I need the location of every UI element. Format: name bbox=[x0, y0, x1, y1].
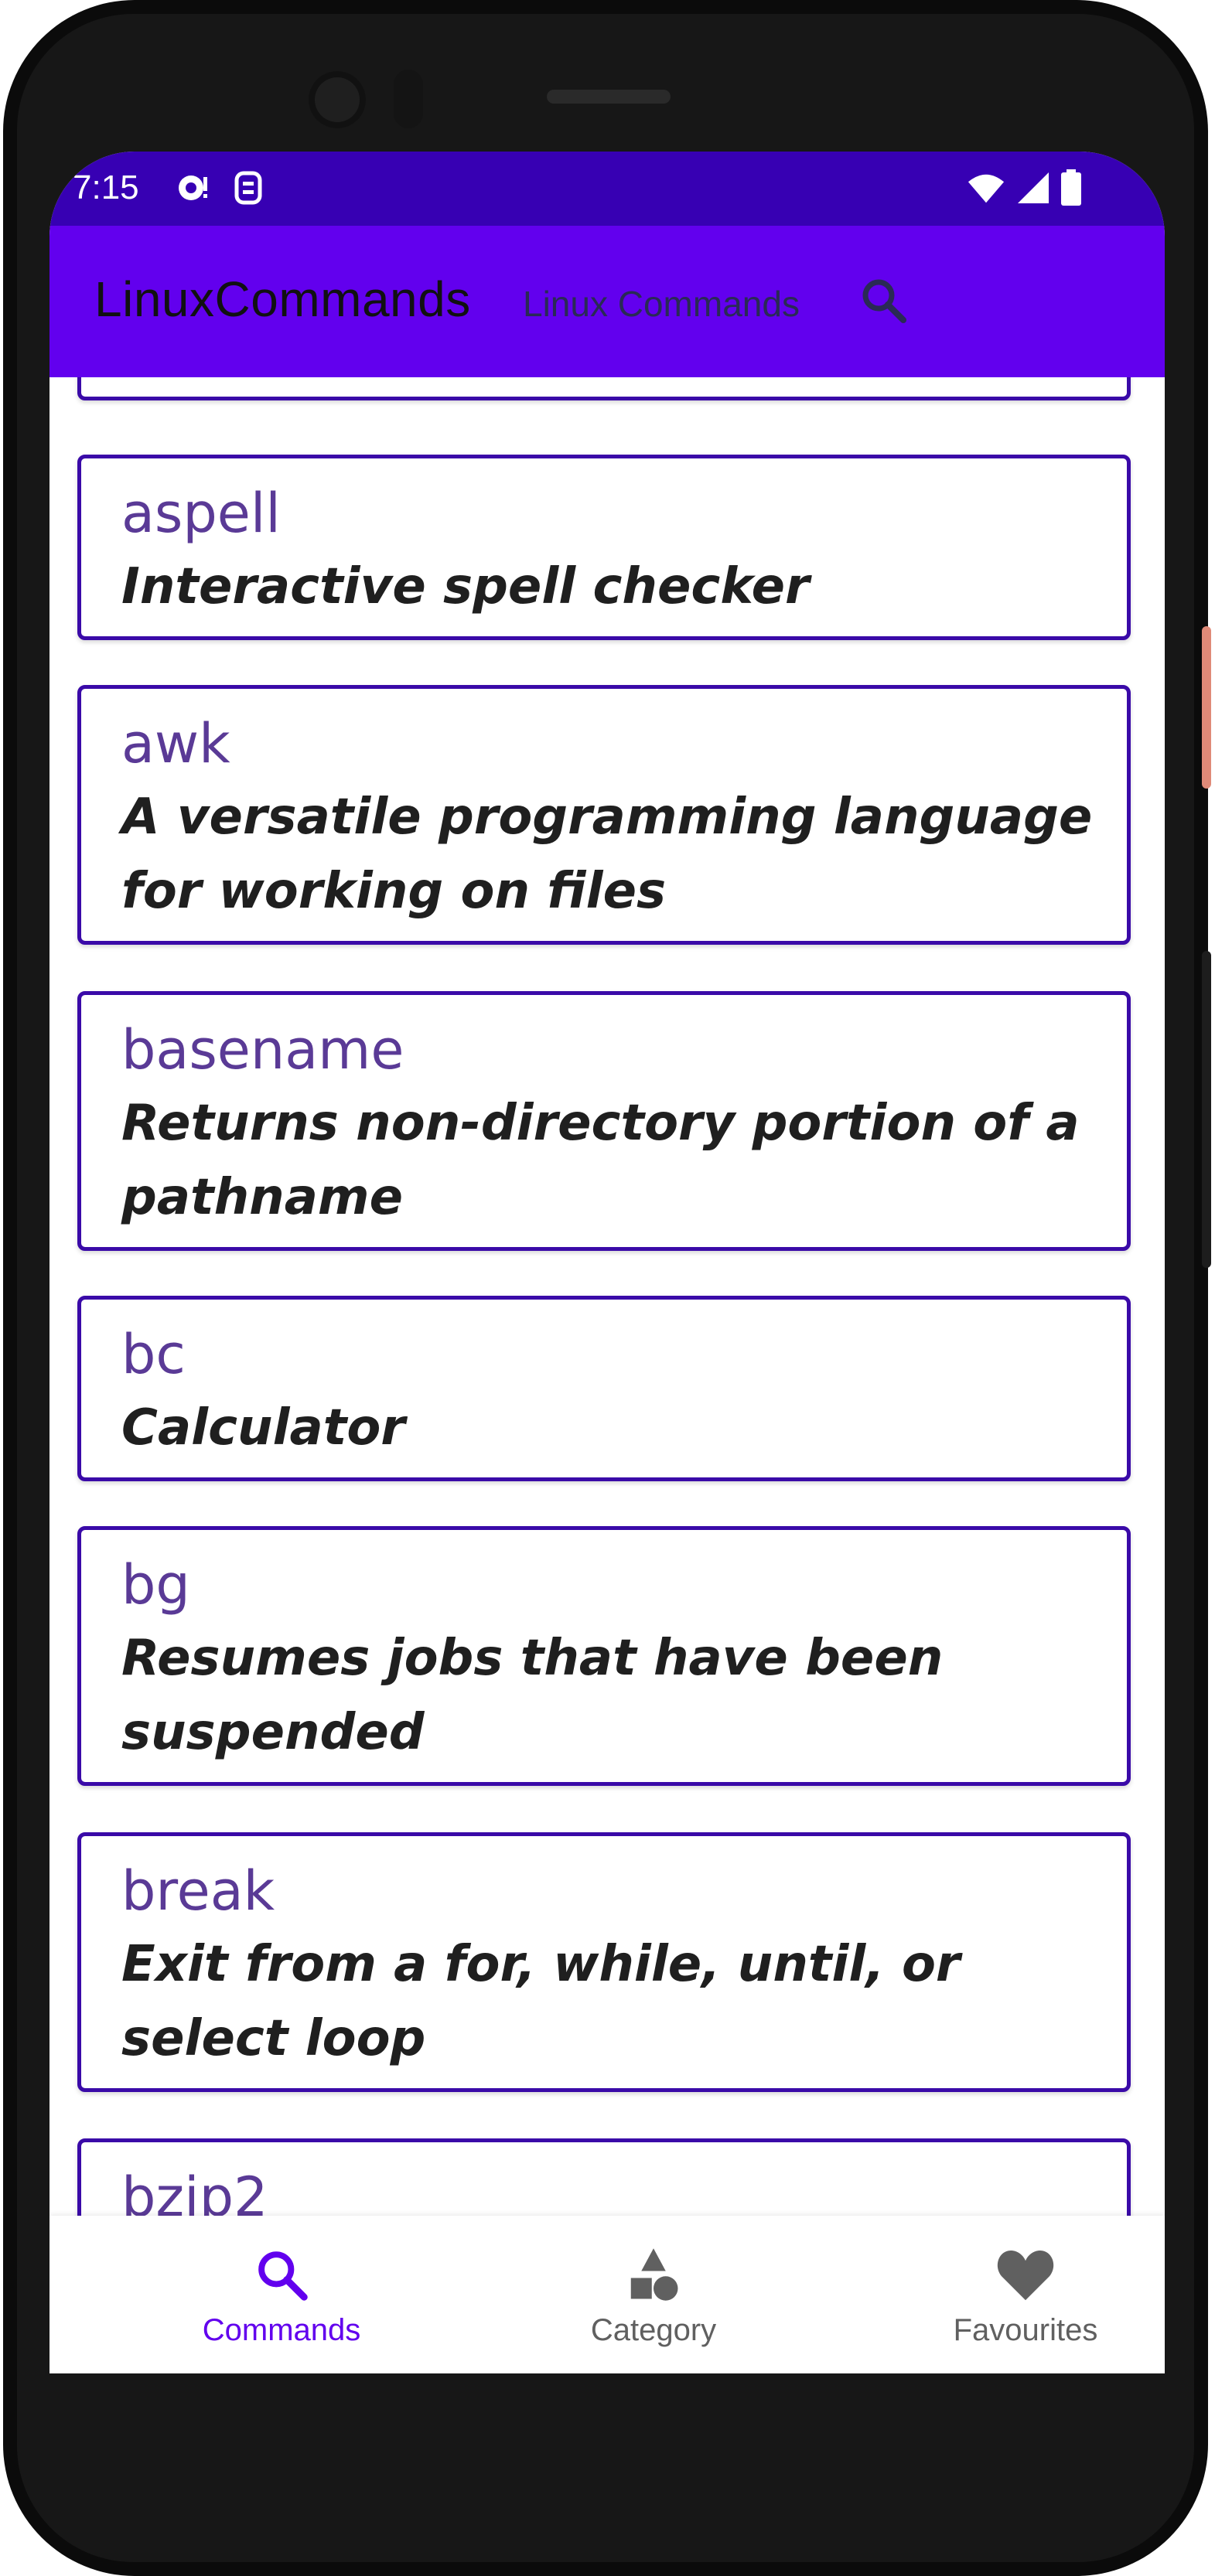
nav-favourites[interactable]: Favourites bbox=[886, 2216, 1165, 2373]
volume-button bbox=[1202, 951, 1211, 1268]
command-description: A versatile programming language for wor… bbox=[121, 789, 1093, 920]
nav-category-label: Category bbox=[590, 2313, 717, 2347]
wifi-icon bbox=[967, 169, 1005, 207]
sim-icon bbox=[229, 169, 268, 207]
proximity-sensor bbox=[394, 70, 423, 128]
cellular-signal-icon bbox=[1013, 169, 1052, 207]
notification-icon bbox=[173, 169, 212, 207]
nav-commands-label: Commands bbox=[202, 2313, 361, 2347]
nav-commands[interactable]: Commands bbox=[142, 2216, 421, 2373]
command-name: awk bbox=[121, 712, 230, 775]
command-card[interactable]: break Exit from a for, while, until, or … bbox=[77, 1832, 1131, 2092]
command-card[interactable]: bg Resumes jobs that have been suspended bbox=[77, 1526, 1131, 1786]
battery-icon bbox=[1052, 169, 1090, 207]
command-name: bzip2 bbox=[121, 2165, 268, 2216]
command-name: basename bbox=[121, 1018, 404, 1082]
command-description: Calculator bbox=[121, 1399, 405, 1457]
command-list[interactable]: aspell Interactive spell checker awk A v… bbox=[49, 377, 1165, 2216]
command-card[interactable]: aspell Interactive spell checker bbox=[77, 455, 1131, 640]
command-card[interactable]: awk A versatile programming language for… bbox=[77, 685, 1131, 945]
search-icon bbox=[862, 279, 906, 323]
command-card[interactable]: bzip2 bbox=[77, 2138, 1131, 2216]
app-bar: LinuxCommands Linux Commands bbox=[49, 226, 1165, 377]
bottom-navigation: Commands Category Favourites bbox=[49, 2216, 1165, 2373]
phone-frame: 7:15 LinuxCommands Linux Commands aspell… bbox=[3, 0, 1211, 2576]
command-description: Exit from a for, while, until, or select… bbox=[121, 1936, 961, 2067]
nav-favourites-label: Favourites bbox=[953, 2313, 1098, 2347]
heart-icon bbox=[995, 2244, 1056, 2305]
status-time: 7:15 bbox=[73, 169, 139, 206]
screen: 7:15 LinuxCommands Linux Commands aspell… bbox=[49, 152, 1165, 2373]
command-card[interactable]: bc Calculator bbox=[77, 1296, 1131, 1481]
command-card[interactable]: basename Returns non-directory portion o… bbox=[77, 991, 1131, 1251]
power-button bbox=[1202, 626, 1211, 789]
status-bar: 7:15 bbox=[49, 152, 1165, 226]
command-name: break bbox=[121, 1859, 275, 1923]
earpiece-speaker bbox=[547, 90, 671, 104]
command-name: bg bbox=[121, 1553, 190, 1617]
app-subtitle: Linux Commands bbox=[523, 284, 800, 324]
shapes-icon bbox=[623, 2244, 684, 2305]
command-name: bc bbox=[121, 1323, 186, 1386]
command-description: Resumes jobs that have been suspended bbox=[121, 1630, 944, 1761]
search-icon bbox=[251, 2244, 312, 2305]
command-description: Returns non-directory portion of a pathn… bbox=[121, 1095, 1080, 1226]
command-description: Interactive spell checker bbox=[121, 558, 810, 615]
command-name: aspell bbox=[121, 482, 281, 545]
command-card[interactable] bbox=[77, 377, 1131, 400]
app-title: LinuxCommands bbox=[94, 271, 471, 327]
search-button[interactable] bbox=[854, 271, 913, 329]
nav-category[interactable]: Category bbox=[514, 2216, 793, 2373]
front-camera bbox=[309, 71, 366, 128]
